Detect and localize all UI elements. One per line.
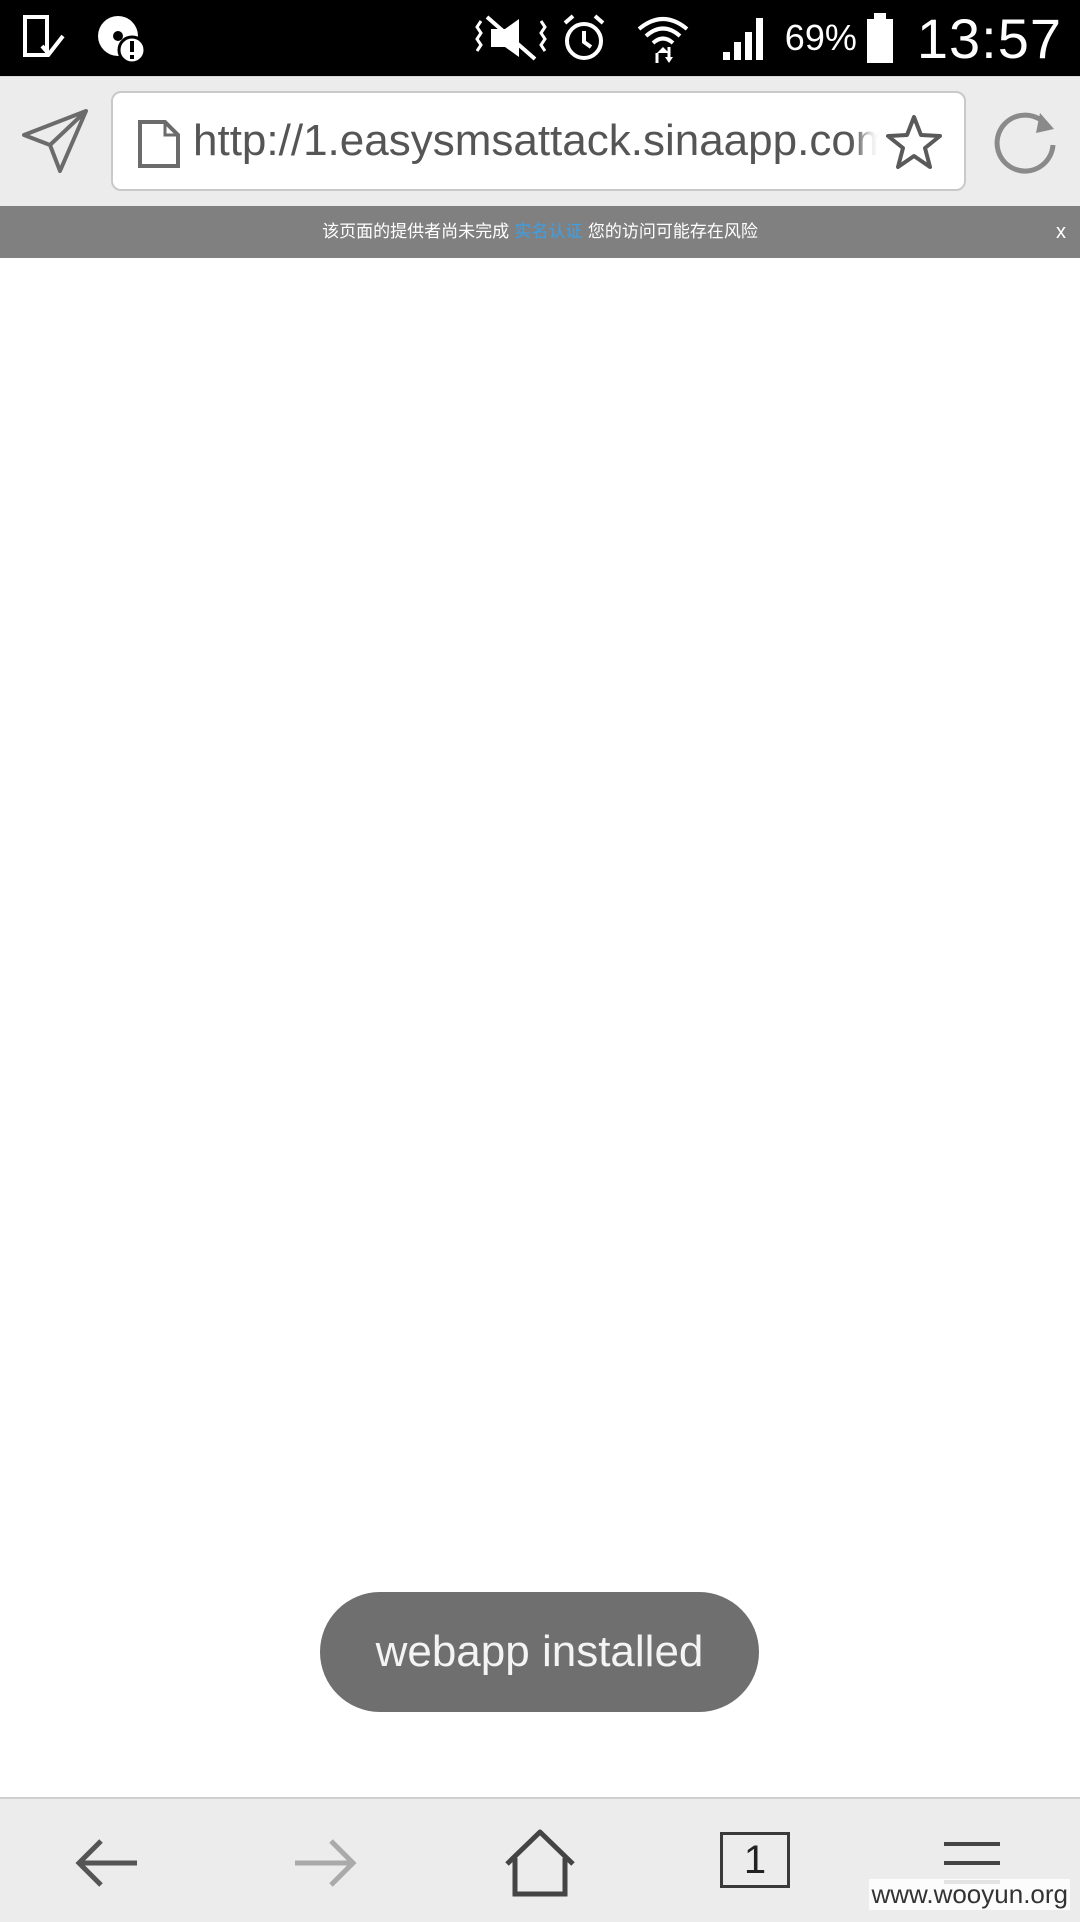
home-button[interactable]: [500, 1827, 580, 1899]
battery-percent: 69%: [784, 17, 857, 58]
page-icon: [137, 119, 181, 169]
home-icon: [505, 1829, 575, 1897]
vibrate-icon: [474, 13, 547, 63]
warning-text-after: 您的访问可能存在风险: [587, 222, 758, 242]
tabs-button[interactable]: 1: [720, 1832, 790, 1888]
url-text[interactable]: http://1.easysmsattack.sinaapp.com: [193, 93, 964, 189]
clock: 13:57: [916, 6, 1062, 70]
status-right-icons: 69% 13:57: [474, 0, 1062, 76]
battery-icon: [865, 11, 895, 65]
warning-text-before: 该页面的提供者尚未完成: [322, 222, 510, 242]
reload-icon: [994, 112, 1056, 174]
address-bar[interactable]: http://1.easysmsattack.sinaapp.com: [111, 91, 966, 191]
banner-close-button[interactable]: x: [1056, 206, 1066, 258]
status-bar: 69% 13:57: [0, 0, 1080, 76]
arrow-right-icon: [295, 1839, 357, 1887]
signal-icon: [721, 14, 771, 62]
warning-text: 该页面的提供者尚未完成 实名认证 您的访问可能存在风险: [0, 206, 1080, 258]
watermark: www.wooyun.org: [869, 1879, 1070, 1910]
reload-button[interactable]: [990, 105, 1062, 177]
warning-banner: 该页面的提供者尚未完成 实名认证 您的访问可能存在风险 x: [0, 206, 1080, 258]
alert-disc-icon: [96, 12, 148, 64]
share-button[interactable]: [20, 105, 92, 177]
back-button[interactable]: [68, 1827, 148, 1899]
wifi-icon: [635, 11, 691, 65]
page-content: [0, 258, 1080, 1797]
alarm-icon: [559, 13, 609, 63]
status-left-icons: [22, 12, 148, 64]
browser-toolbar: http://1.easysmsattack.sinaapp.com: [0, 76, 1080, 207]
forward-button[interactable]: [284, 1827, 364, 1899]
arrow-left-icon: [75, 1839, 137, 1887]
verification-link[interactable]: 实名认证: [515, 222, 583, 242]
download-done-icon: [22, 14, 66, 62]
bottom-nav-bar: 1 www.wooyun.org: [0, 1797, 1080, 1922]
bookmark-button[interactable]: [882, 111, 946, 175]
toast-message: webapp installed: [320, 1592, 759, 1712]
star-icon: [886, 115, 942, 169]
paper-plane-icon: [22, 109, 88, 173]
